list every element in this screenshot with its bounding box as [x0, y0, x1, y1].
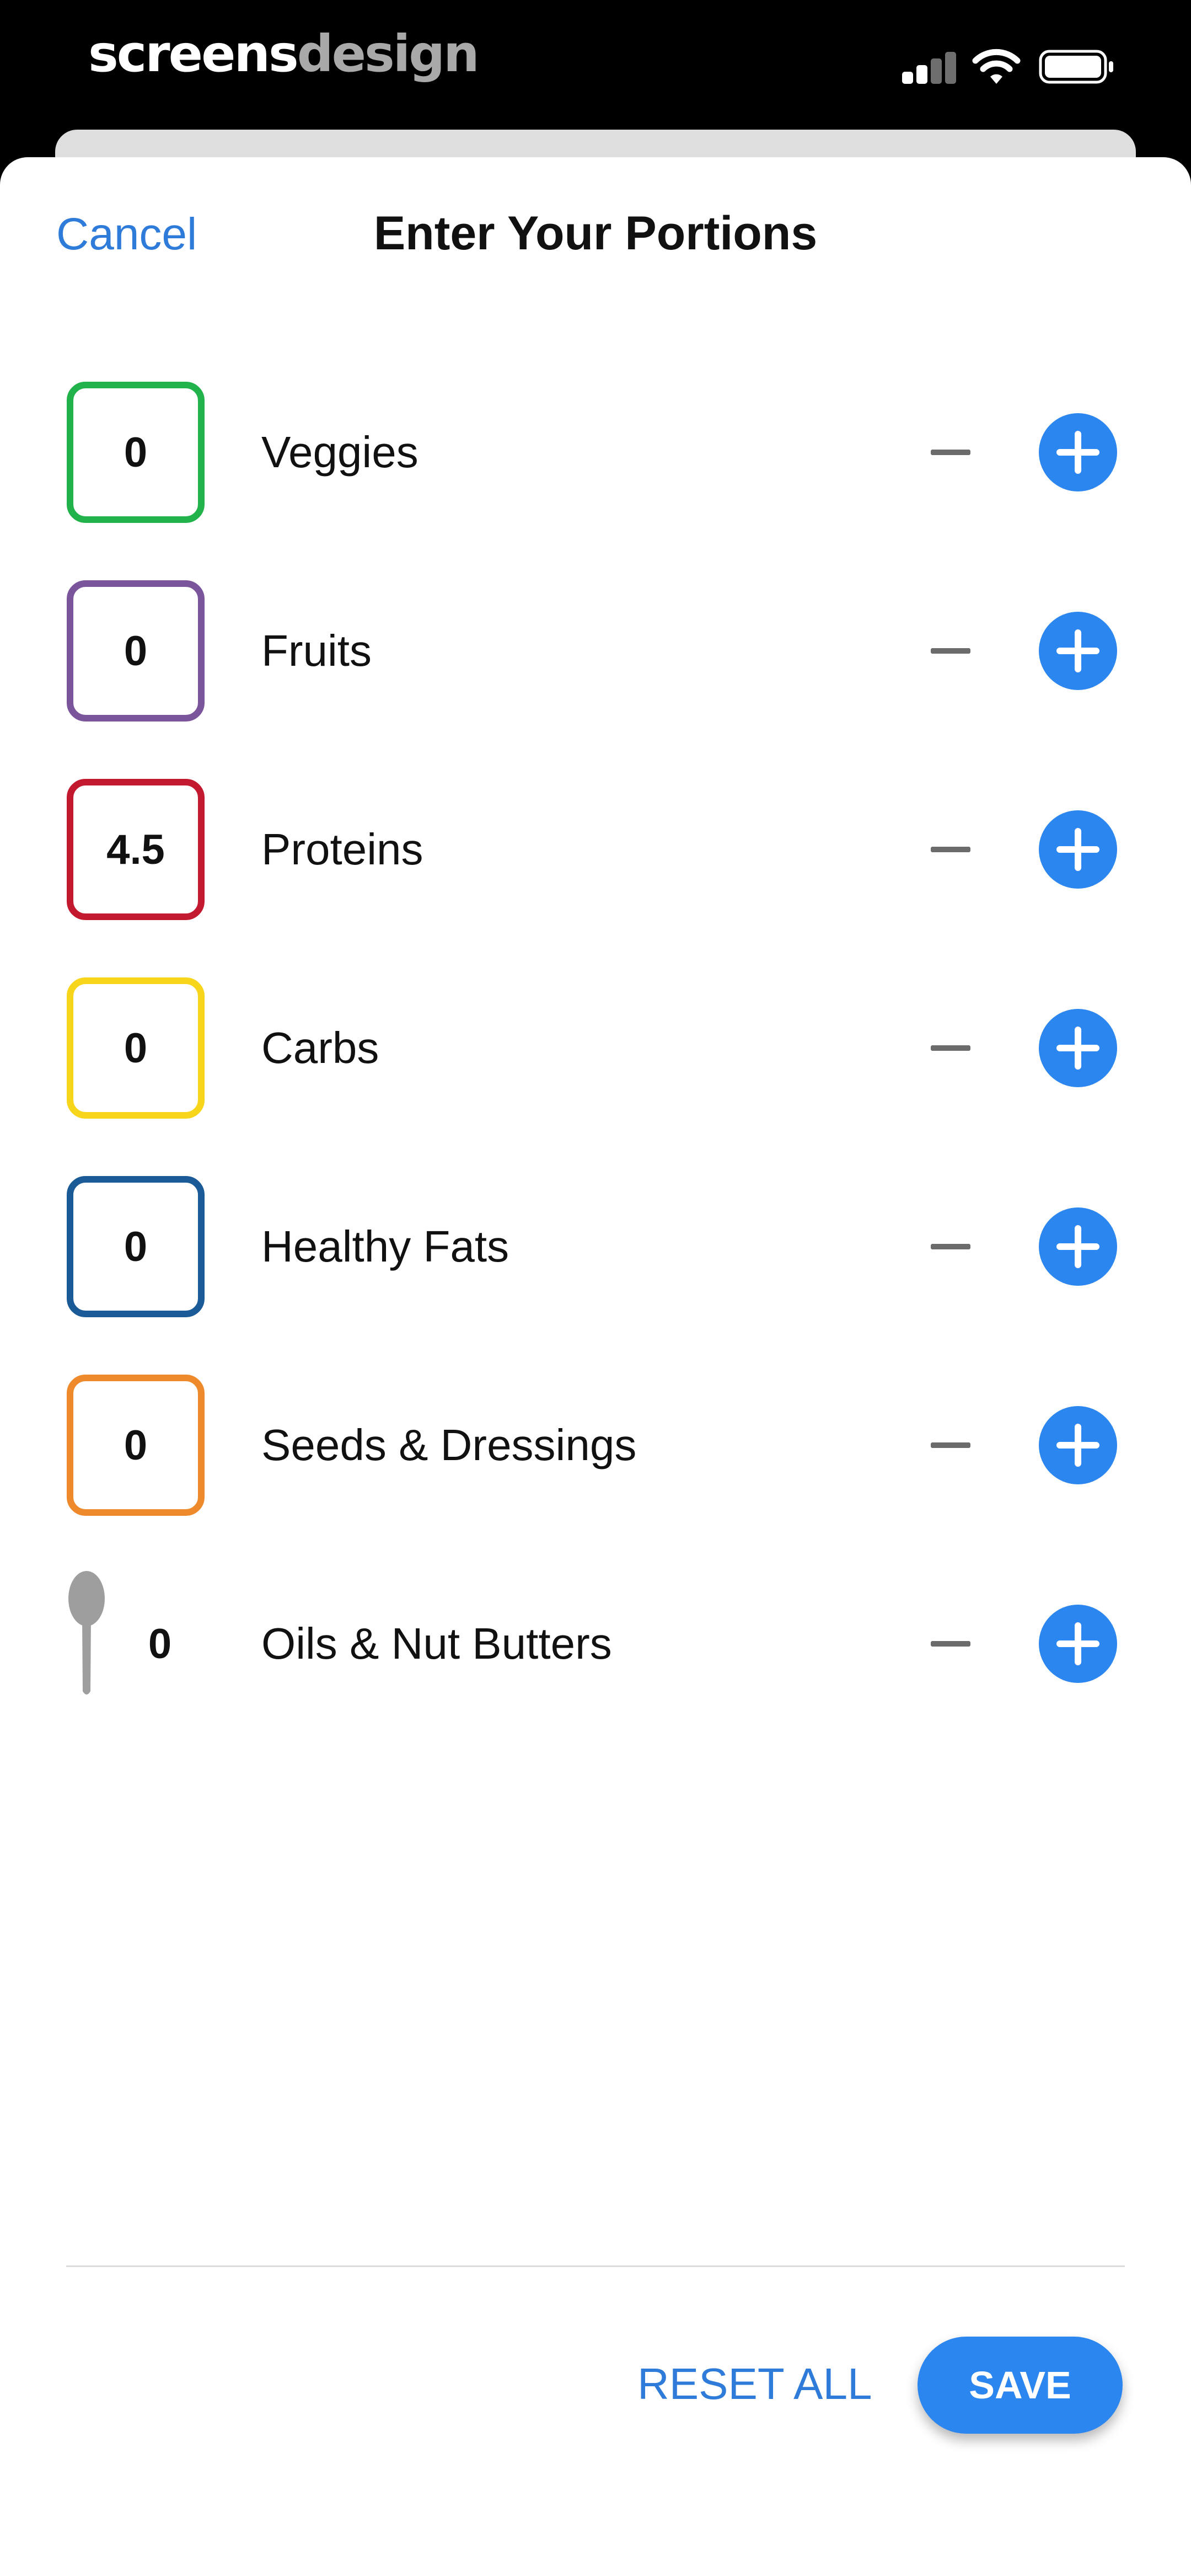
minus-icon	[931, 1045, 970, 1051]
increment-button[interactable]	[1039, 810, 1117, 889]
minus-icon	[931, 1244, 970, 1249]
decrement-button[interactable]	[930, 1627, 972, 1660]
increment-button[interactable]	[1039, 413, 1117, 491]
portion-label: Carbs	[261, 1023, 379, 1072]
portion-row-healthy-fats: 0 Healthy Fats	[0, 1176, 1191, 1319]
plus-icon	[1056, 1027, 1099, 1070]
decrement-button[interactable]	[930, 436, 972, 469]
increment-button[interactable]	[1039, 1605, 1117, 1683]
footer-divider	[66, 2265, 1125, 2267]
battery-icon	[1039, 50, 1113, 84]
plus-icon	[1056, 828, 1099, 871]
portion-count-box: 0	[67, 1176, 205, 1317]
portion-row-proteins: 4.5 Proteins	[0, 779, 1191, 922]
portion-row-oils-nut-butters: 0 Oils & Nut Butters	[0, 1571, 1191, 1717]
cellular-signal-icon	[902, 51, 957, 84]
portion-row-seeds-dressings: 0 Seeds & Dressings	[0, 1375, 1191, 1518]
increment-button[interactable]	[1039, 1009, 1117, 1087]
wifi-icon	[972, 49, 1021, 84]
portion-count-box: 0	[67, 1375, 205, 1516]
decrement-button[interactable]	[930, 833, 972, 866]
portion-label: Fruits	[261, 626, 372, 675]
plus-icon	[1056, 629, 1099, 672]
increment-button[interactable]	[1039, 612, 1117, 690]
brand-part1: screens	[88, 24, 299, 83]
plus-icon	[1056, 1622, 1099, 1665]
minus-icon	[931, 1641, 970, 1647]
portion-row-carbs: 0 Carbs	[0, 977, 1191, 1121]
portion-label: Oils & Nut Butters	[261, 1619, 612, 1668]
increment-button[interactable]	[1039, 1406, 1117, 1484]
portion-row-veggies: 0 Veggies	[0, 382, 1191, 525]
portion-label: Proteins	[261, 825, 423, 874]
portion-count-box: 4.5	[67, 779, 205, 920]
plus-icon	[1056, 1225, 1099, 1268]
decrement-button[interactable]	[930, 634, 972, 667]
decrement-button[interactable]	[930, 1032, 972, 1065]
page-title: Enter Your Portions	[373, 207, 818, 260]
portion-count-box: 0	[67, 580, 205, 722]
portion-label: Veggies	[261, 427, 419, 477]
reset-all-button[interactable]: RESET ALL	[637, 2359, 872, 2409]
minus-icon	[931, 1442, 970, 1448]
increment-button[interactable]	[1039, 1207, 1117, 1286]
portion-count-box: 0	[67, 977, 205, 1119]
spoon-icon	[68, 1571, 105, 1695]
decrement-button[interactable]	[930, 1429, 972, 1462]
portion-count-box: 0	[67, 382, 205, 523]
save-button[interactable]: SAVE	[918, 2337, 1123, 2434]
portion-label: Seeds & Dressings	[261, 1420, 637, 1469]
plus-icon	[1056, 1424, 1099, 1467]
brand-logo: screensdesign	[88, 24, 480, 83]
brand-part2: design	[297, 24, 480, 83]
minus-icon	[931, 847, 970, 852]
decrement-button[interactable]	[930, 1230, 972, 1263]
portion-label: Healthy Fats	[261, 1222, 509, 1271]
minus-icon	[931, 450, 970, 455]
status-bar: screensdesign	[0, 0, 1191, 130]
portion-count: 0	[148, 1620, 172, 1668]
portion-row-fruits: 0 Fruits	[0, 580, 1191, 724]
plus-icon	[1056, 431, 1099, 474]
minus-icon	[931, 648, 970, 654]
